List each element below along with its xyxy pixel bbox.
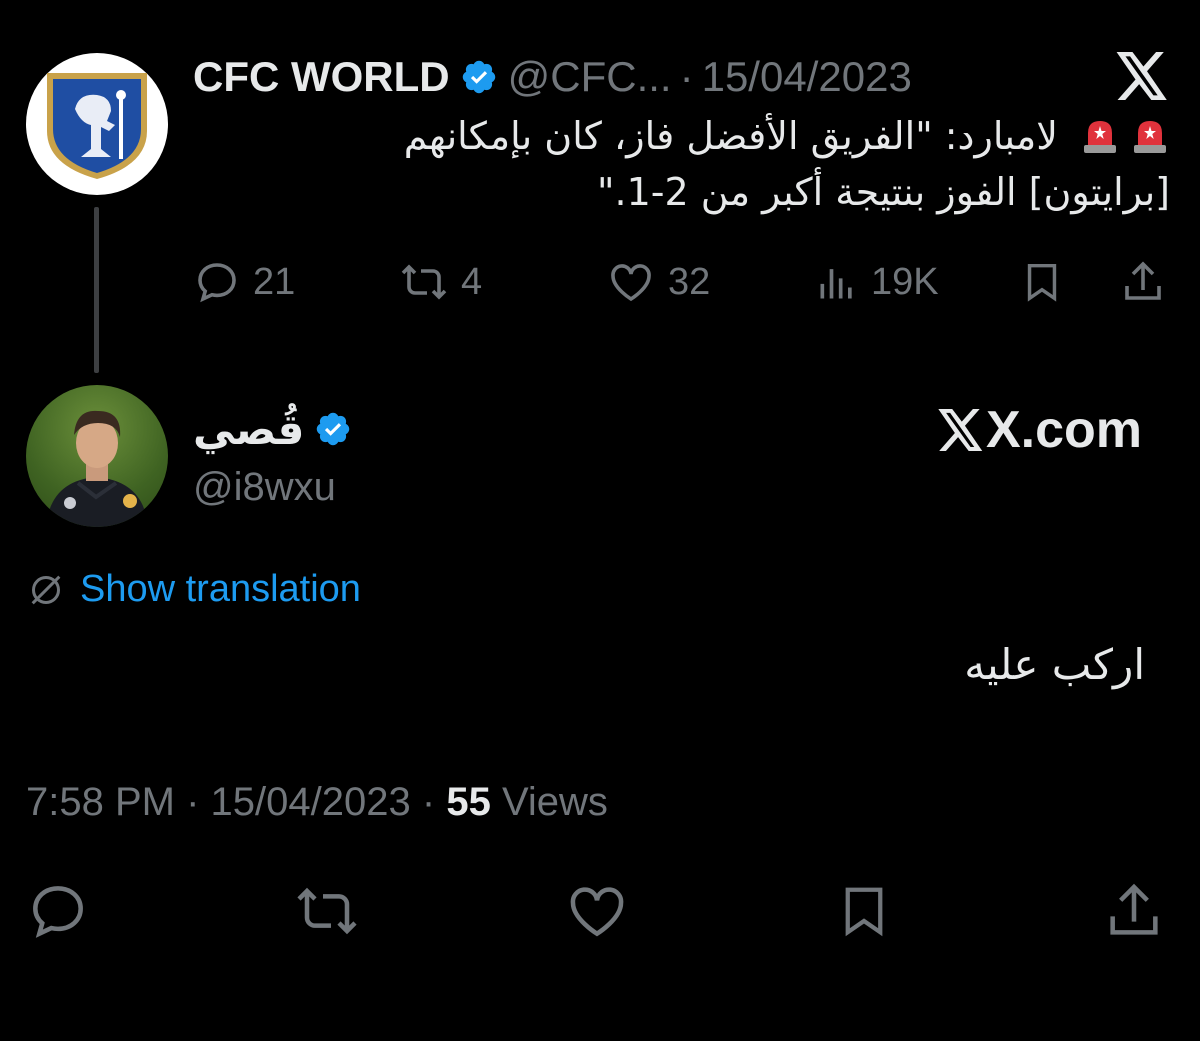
author-name[interactable]: CFC WORLD: [193, 53, 450, 101]
retweet-action[interactable]: [294, 879, 360, 943]
views-icon: [820, 269, 852, 299]
thread-connector-line: [94, 207, 99, 373]
tweet-text-line-1: لامبارد: "الفريق الأفضل فاز، كان بإمكانه…: [403, 114, 1058, 158]
player-avatar-image: [46, 410, 148, 527]
reply-views-count: 55: [446, 780, 491, 824]
x-logo-icon: [938, 409, 983, 451]
reply-action[interactable]: [26, 879, 90, 943]
verified-badge-icon: [460, 58, 498, 96]
share-icon: [1125, 261, 1161, 300]
bookmark-icon: [1027, 263, 1057, 302]
tweet-text-line-2: [برايتون] الفوز بنتيجة أكبر من 2-1.": [597, 170, 1170, 214]
siren-icon: [1084, 121, 1116, 153]
like-action[interactable]: 32: [606, 258, 710, 306]
siren-icon: [1134, 121, 1166, 153]
original-tweet-header: CFC WORLD @CFC... · 15/04/2023: [193, 52, 912, 102]
bookmark-icon: [845, 887, 883, 937]
retweet-action[interactable]: 4: [399, 258, 482, 306]
retweet-count: 4: [461, 260, 483, 303]
show-translation-link[interactable]: Show translation: [26, 568, 361, 611]
site-label: X.com: [985, 401, 1142, 459]
reply-author-name[interactable]: قُصي: [193, 405, 304, 454]
reply-author-handle[interactable]: @i8wxu: [193, 465, 336, 510]
share-action[interactable]: [1102, 879, 1166, 943]
retweet-icon: [297, 887, 357, 935]
original-tweet-text: لامبارد: "الفريق الأفضل فاز، كان بإمكانه…: [270, 108, 1170, 220]
timestamp-separator: ·: [186, 780, 200, 824]
reply-date[interactable]: 15/04/2023: [211, 780, 411, 824]
like-icon: [570, 887, 624, 937]
views-count: 19K: [871, 260, 939, 303]
reply-author-avatar[interactable]: [26, 385, 168, 527]
site-watermark: X.com: [938, 400, 1142, 460]
reply-actions: [26, 875, 1176, 945]
chelsea-crest-icon: [47, 73, 147, 179]
like-icon: [611, 264, 651, 302]
reply-count: 21: [253, 260, 296, 303]
reply-text: اركب عليه: [964, 640, 1145, 689]
original-tweet-actions: 21 4 32 19K: [193, 250, 1173, 314]
like-count: 32: [668, 260, 711, 303]
cfc-world-avatar[interactable]: [26, 53, 168, 195]
author-handle[interactable]: @CFC...: [508, 53, 672, 101]
translate-icon: [31, 575, 61, 604]
tweet-date[interactable]: 15/04/2023: [702, 53, 912, 101]
show-translation-label[interactable]: Show translation: [80, 568, 361, 611]
verified-badge-icon: [314, 410, 352, 448]
like-action[interactable]: [564, 879, 630, 943]
reply-views-label: Views: [501, 780, 608, 824]
reply-icon: [198, 263, 236, 303]
reply-timestamp-row: 7:58 PM · 15/04/2023 · 55 Views: [26, 780, 608, 825]
reply-author-row: قُصي: [193, 402, 362, 456]
share-icon: [1110, 883, 1158, 935]
reply-time[interactable]: 7:58 PM: [26, 780, 175, 824]
retweet-icon: [401, 264, 447, 300]
meta-separator: ·: [679, 53, 694, 100]
bookmark-action[interactable]: [1019, 258, 1065, 306]
reply-icon: [33, 886, 83, 938]
timestamp-separator: ·: [421, 780, 436, 824]
x-logo-icon: [1115, 52, 1170, 100]
views-action[interactable]: 19K: [815, 258, 939, 306]
share-action[interactable]: [1119, 258, 1167, 306]
reply-action[interactable]: 21: [193, 258, 295, 306]
bookmark-action[interactable]: [834, 879, 894, 943]
